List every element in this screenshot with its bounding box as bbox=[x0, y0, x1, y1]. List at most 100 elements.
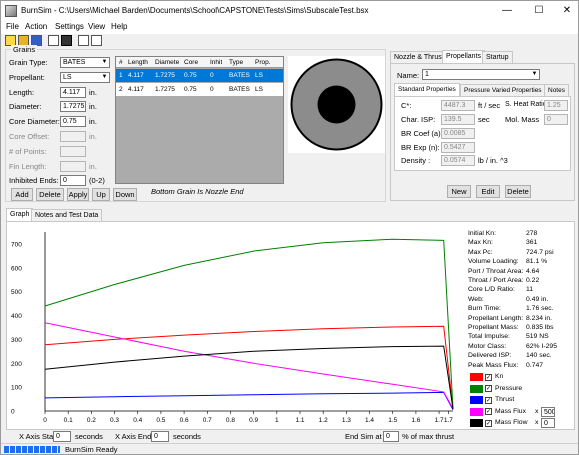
delete-grain-button[interactable]: Delete bbox=[36, 188, 64, 201]
br-exp-label: BR Exp (n): bbox=[401, 143, 440, 152]
new-propellant-button[interactable]: New bbox=[447, 185, 471, 198]
density-field[interactable]: 0.0574 bbox=[441, 155, 475, 166]
legend-scale-field[interactable]: 0 bbox=[541, 418, 555, 428]
y-tick-label: 700 bbox=[11, 241, 22, 248]
end-sim-label: End Sim at bbox=[345, 432, 382, 441]
table-cell: 1.7275 bbox=[155, 86, 175, 93]
stat-label: Motor Class: bbox=[468, 342, 507, 350]
table-cell: 2 bbox=[119, 86, 123, 93]
app-window: BurnSim - C:\Users\Michael Barden\Docume… bbox=[0, 0, 579, 455]
app-icon bbox=[5, 5, 17, 17]
propellant-label: Propellant: bbox=[9, 73, 45, 82]
core-offset-field[interactable] bbox=[60, 131, 86, 142]
isp-field[interactable]: 139.5 bbox=[441, 114, 475, 125]
menu-help[interactable]: Help bbox=[111, 22, 127, 31]
fin-length-field[interactable] bbox=[60, 161, 86, 172]
col-header: Type bbox=[229, 59, 244, 66]
legend-panel: ✓ Kn ✓ Pressure ✓ Thrust ✓ Mass Flux x 500 ✓ Mass F… bbox=[468, 371, 575, 429]
stat-value: 1.76 sec. bbox=[526, 305, 554, 313]
grain-table[interactable]: # Length Diamete Core Inhit Type Prop. 1… bbox=[115, 56, 284, 184]
prop-name-select[interactable]: 1 ▼ bbox=[422, 69, 540, 80]
stat-value: 0.835 lbs bbox=[526, 324, 554, 331]
col-header: Length bbox=[128, 59, 148, 66]
series-line-kn bbox=[44, 325, 454, 409]
stat-value: 0.747 bbox=[526, 361, 544, 369]
menu-view[interactable]: View bbox=[88, 22, 105, 31]
add-grain-button[interactable]: Add bbox=[11, 188, 33, 201]
inhibited-field[interactable]: 0 bbox=[60, 175, 86, 186]
menu-action[interactable]: Action bbox=[25, 22, 47, 31]
tab-pressure-varied[interactable]: Pressure Varied Properties bbox=[460, 84, 546, 96]
table-cell: 0.75 bbox=[184, 86, 197, 93]
y-tick-label: 0 bbox=[11, 409, 15, 416]
burn-icon[interactable] bbox=[48, 35, 59, 46]
minimize-button[interactable]: — bbox=[493, 1, 521, 21]
x-start-field[interactable]: 0 bbox=[53, 431, 71, 442]
end-sim-unit: % of max thrust bbox=[402, 432, 455, 441]
export-icon[interactable] bbox=[91, 35, 102, 46]
edit-propellant-button[interactable]: Edit bbox=[476, 185, 500, 198]
diameter-field[interactable]: 1.7275 bbox=[60, 101, 86, 112]
window-title: BurnSim - C:\Users\Michael Barden\Docume… bbox=[21, 6, 369, 15]
tab-propellants[interactable]: Propellants bbox=[442, 50, 486, 63]
end-sim-field[interactable]: 0 bbox=[383, 431, 399, 442]
delete-propellant-button[interactable]: Delete bbox=[505, 185, 531, 198]
tab-notes[interactable]: Notes bbox=[544, 84, 569, 96]
move-down-button[interactable]: Down bbox=[113, 188, 137, 201]
tab-standard-properties[interactable]: Standard Properties bbox=[394, 83, 460, 96]
table-row[interactable]: 2 4.117 1.7275 0.75 0 BATES LS bbox=[116, 83, 283, 96]
legend-checkbox[interactable]: ✓ bbox=[485, 373, 492, 381]
table-cell: 1.7275 bbox=[155, 72, 175, 79]
mol-mass-field[interactable]: 0 bbox=[544, 114, 568, 125]
y-tick-label: 400 bbox=[11, 313, 22, 320]
tab-startup[interactable]: Startup bbox=[482, 51, 513, 63]
stat-value: 81.1 % bbox=[526, 258, 548, 266]
table-cell: 1 bbox=[119, 72, 123, 79]
stat-value: 4.64 bbox=[526, 267, 540, 275]
x-tick-label: 1.4 bbox=[365, 417, 374, 424]
propellant-select[interactable]: LS ▼ bbox=[60, 72, 110, 83]
menu-file[interactable]: File bbox=[6, 22, 19, 31]
menu-settings[interactable]: Settings bbox=[55, 22, 84, 31]
core-offset-unit: in. bbox=[89, 132, 97, 141]
br-coef-field[interactable]: 0.0085 bbox=[441, 128, 475, 139]
stat-label: Port / Throat Area: bbox=[468, 267, 524, 275]
stat-value: 140 sec. bbox=[526, 352, 552, 360]
grain-core-circle bbox=[317, 85, 356, 124]
table-row[interactable]: 1 4.117 1.7275 0.75 0 BATES LS bbox=[116, 69, 283, 82]
cstar-field[interactable]: 4487.3 bbox=[441, 100, 475, 111]
apply-grain-button[interactable]: Apply bbox=[67, 188, 89, 201]
legend-scale-field[interactable]: 500 bbox=[541, 406, 555, 417]
x-tick-label: 0.6 bbox=[180, 417, 189, 424]
scale-prefix: x bbox=[535, 419, 539, 426]
grain-type-select[interactable]: BATES ▼ bbox=[60, 57, 110, 68]
legend-checkbox[interactable]: ✓ bbox=[485, 385, 492, 392]
tab-notes-test-data[interactable]: Notes and Test Data bbox=[31, 209, 103, 221]
x-end-field[interactable]: 0 bbox=[151, 431, 169, 442]
nozzle-note: Bottom Grain Is Nozzle End bbox=[151, 187, 244, 196]
maximize-button[interactable]: ☐ bbox=[525, 1, 553, 21]
table-cell: 0.75 bbox=[184, 72, 197, 79]
legend-checkbox[interactable]: ✓ bbox=[485, 419, 492, 427]
core-diameter-field[interactable]: 0.75 bbox=[60, 116, 86, 127]
legend-checkbox[interactable]: ✓ bbox=[485, 408, 492, 415]
legend-checkbox[interactable]: ✓ bbox=[485, 396, 492, 404]
close-button[interactable]: ✕ bbox=[553, 1, 578, 21]
legend-label: Kn bbox=[495, 373, 504, 380]
tab-graph[interactable]: Graph bbox=[6, 208, 34, 221]
move-up-button[interactable]: Up bbox=[92, 188, 110, 201]
tab-nozzle-thrust[interactable]: Nozzle & Thrust bbox=[390, 51, 448, 63]
grain-type-value: BATES bbox=[63, 59, 86, 66]
x-tick-label: 1.3 bbox=[342, 417, 351, 424]
length-field[interactable]: 4.117 bbox=[60, 87, 86, 98]
grains-group-label: Grains bbox=[11, 45, 38, 54]
simulate-icon[interactable] bbox=[61, 35, 72, 46]
x-tick-label: 1.7 bbox=[444, 417, 453, 424]
heat-ratio-field[interactable]: 1.25 bbox=[544, 100, 568, 111]
stat-value: 0.22 bbox=[526, 277, 540, 284]
points-field[interactable] bbox=[60, 146, 86, 157]
br-exp-field[interactable]: 0.5427 bbox=[441, 142, 475, 153]
x-tick-label: 0.9 bbox=[249, 417, 258, 424]
stat-label: Throat / Port Area: bbox=[468, 277, 524, 284]
motor-icon[interactable] bbox=[78, 35, 89, 46]
